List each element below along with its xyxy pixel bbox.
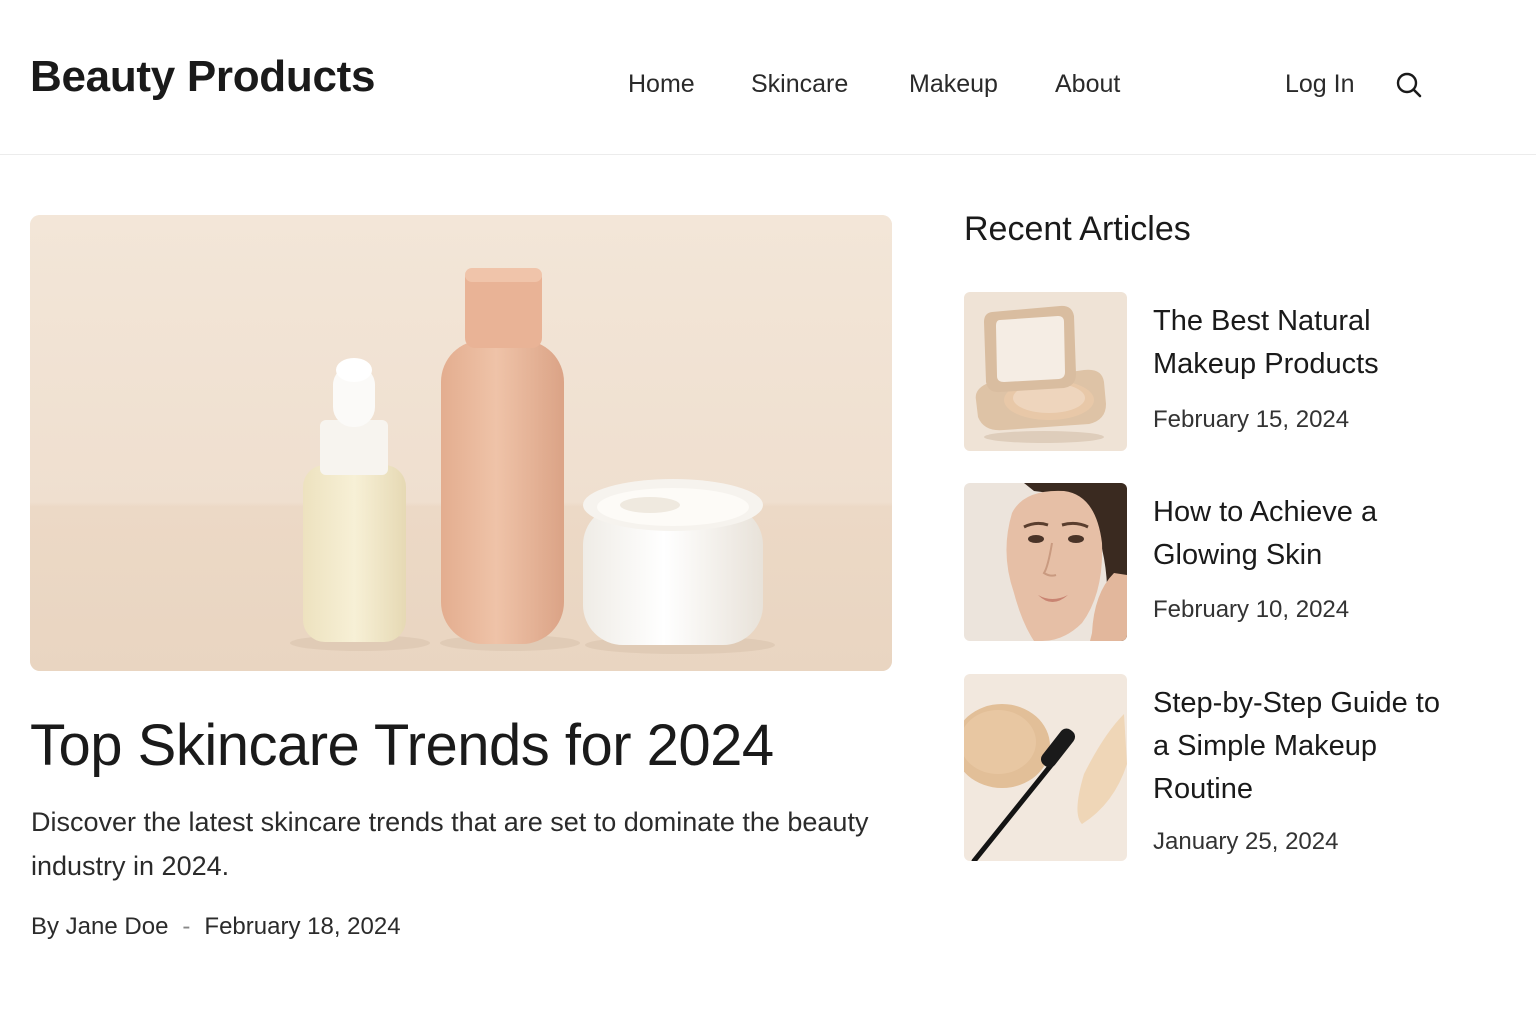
article-date: February 10, 2024 — [1153, 596, 1350, 623]
article-title[interactable]: Step-by-Step Guide to a Simple Makeup Ro… — [1153, 682, 1453, 811]
recent-articles-heading: Recent Articles — [964, 210, 1191, 248]
recent-article-item[interactable]: The Best Natural Makeup Products Februar… — [964, 292, 1484, 452]
article-title[interactable]: How to Achieve a Glowing Skin — [1153, 491, 1453, 577]
article-date: January 25, 2024 — [1153, 828, 1339, 855]
recent-article-item[interactable]: How to Achieve a Glowing Skin February 1… — [964, 483, 1484, 641]
recent-article-item[interactable]: Step-by-Step Guide to a Simple Makeup Ro… — [964, 674, 1484, 861]
article-thumbnail[interactable] — [964, 483, 1127, 641]
search-button[interactable] — [1394, 70, 1424, 100]
author-name: By Jane Doe — [31, 913, 169, 940]
mascara-foundation-photo — [964, 674, 1127, 861]
publish-date: February 18, 2024 — [204, 913, 401, 940]
article-thumbnail[interactable] — [964, 292, 1127, 451]
article-date: February 15, 2024 — [1153, 406, 1350, 433]
hero-byline: By Jane Doe - February 18, 2024 — [31, 913, 401, 941]
article-thumbnail[interactable] — [964, 674, 1127, 861]
hero-title[interactable]: Top Skincare Trends for 2024 — [30, 712, 774, 779]
hero-description: Discover the latest skincare trends that… — [31, 807, 869, 881]
nav-item-makeup[interactable]: Makeup — [909, 70, 998, 99]
nav-item-skincare[interactable]: Skincare — [751, 70, 848, 99]
nav-item-home[interactable]: Home — [628, 70, 695, 99]
hero-image[interactable] — [30, 215, 892, 671]
skincare-products-photo — [30, 215, 892, 671]
compact-powder-photo — [964, 292, 1127, 451]
search-icon — [1396, 72, 1422, 98]
nav-item-about[interactable]: About — [1055, 70, 1120, 99]
login-link[interactable]: Log In — [1285, 70, 1355, 99]
byline-separator: - — [182, 913, 191, 940]
site-header: Beauty Products Home Skincare Makeup Abo… — [0, 0, 1536, 155]
site-logo[interactable]: Beauty Products — [30, 52, 375, 102]
article-title[interactable]: The Best Natural Makeup Products — [1153, 300, 1453, 386]
woman-face-photo — [964, 483, 1127, 641]
